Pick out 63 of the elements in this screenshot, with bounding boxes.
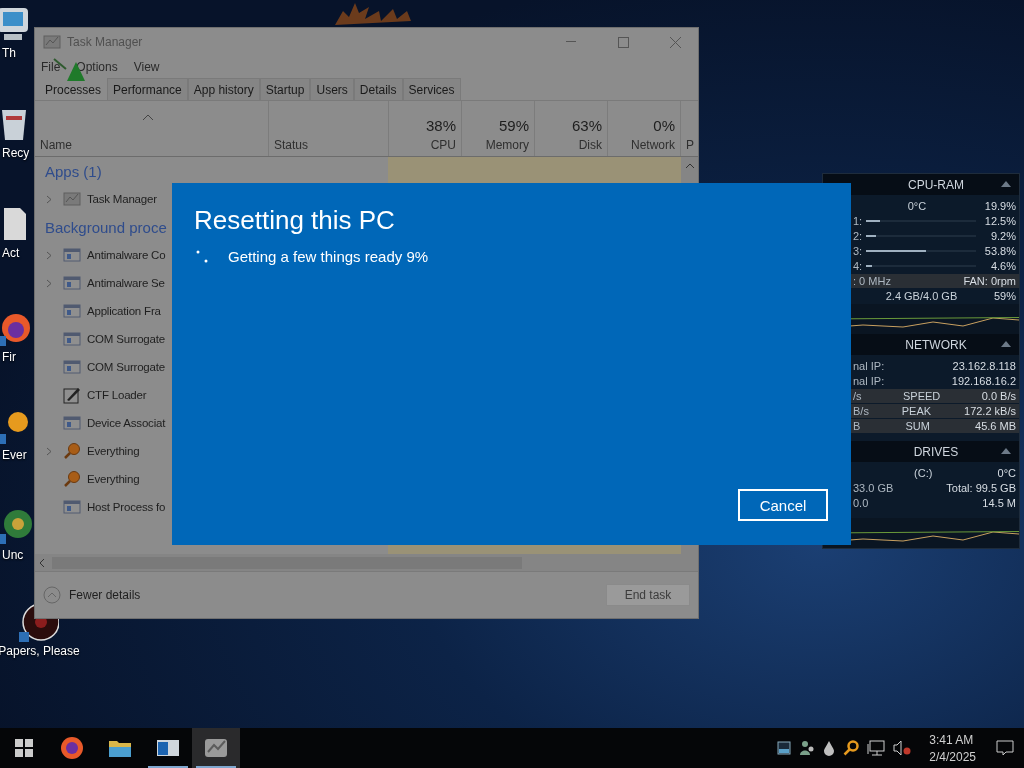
process-name: CTF Loader (87, 389, 147, 401)
stat-label: B/s (853, 405, 869, 417)
stat-value: 23.162.8.118 (952, 360, 1016, 372)
stat-value: 4.6% (990, 260, 1016, 272)
group-title: Apps (1) (45, 162, 102, 180)
icon-label: Unc (1, 548, 24, 562)
stat-value: Total: 99.5 GB (946, 482, 1016, 494)
process-name: Antimalware Se (87, 277, 165, 289)
stat-label: 33.0 GB (853, 482, 894, 494)
stat-value: 12.5% (984, 215, 1016, 227)
section-title: NETWORK (905, 337, 967, 352)
usage-percent: 59% (498, 117, 529, 134)
stat-label: nal IP: (853, 375, 885, 387)
stat-value: 59% (993, 290, 1016, 302)
icon-label: Recy (1, 146, 30, 160)
usage-percent: 0% (653, 117, 675, 134)
stat-value: 192.168.16.2 (951, 375, 1016, 387)
section-title: CPU-RAM (908, 177, 964, 192)
stat-label: 1: (853, 215, 863, 227)
stat-value: 0.0 B/s (981, 390, 1016, 402)
dialog-title: Resetting this PC (194, 205, 395, 236)
section-title: DRIVES (913, 444, 959, 459)
icon-label: Fir (1, 350, 16, 364)
stat-value: 53.8% (984, 245, 1016, 257)
stat-label: nal IP: (853, 360, 885, 372)
stat-value: 45.6 MB (975, 420, 1016, 432)
icon-label: Act (1, 246, 20, 260)
stat-caption: 2.4 GB/4.0 GB (884, 290, 959, 302)
stat-caption: (C:) (913, 467, 934, 479)
stat-label: : 0 MHz (853, 275, 891, 287)
stat-caption: PEAK (900, 405, 933, 417)
icon-label: Th (1, 46, 16, 60)
process-name: COM Surrogate (87, 333, 165, 345)
usage-percent: 38% (425, 117, 456, 134)
process-name: Antimalware Co (87, 249, 166, 261)
progress-text: Getting a few things ready 9% (228, 248, 429, 265)
stat-value: FAN: 0rpm (963, 275, 1016, 287)
window-title: Task Manager (67, 35, 144, 49)
stat-label: 4: (853, 260, 863, 272)
process-name: Device Associat (87, 417, 166, 429)
stat-caption: SPEED (902, 390, 942, 402)
stat-label: 0.0 (853, 497, 869, 509)
stat-caption: 0°C (906, 200, 928, 212)
stat-value: 9.2% (990, 230, 1016, 242)
icon-label: Ever (1, 448, 27, 462)
group-title: Background proce (45, 218, 167, 236)
stat-value: 0°C (997, 467, 1016, 479)
process-name: Everything (87, 473, 140, 485)
stat-value: 19.9% (984, 200, 1016, 212)
process-name: Application Fra (87, 305, 161, 317)
process-name: COM Surrogate (87, 361, 165, 373)
stat-caption: SUM (904, 420, 931, 432)
stat-label: /s (853, 390, 862, 402)
usage-percent: 63% (571, 117, 602, 134)
stat-value: 14.5 M (982, 497, 1016, 509)
process-name: Everything (87, 445, 140, 457)
process-name: Host Process fo (87, 501, 166, 513)
stat-value: 172.2 kB/s (964, 405, 1016, 417)
stat-label: B (853, 420, 861, 432)
stat-label: 3: (853, 245, 863, 257)
stat-label: 2: (853, 230, 863, 242)
process-name: Task Manager (87, 193, 157, 205)
icon-label: Papers, Please (0, 644, 80, 658)
